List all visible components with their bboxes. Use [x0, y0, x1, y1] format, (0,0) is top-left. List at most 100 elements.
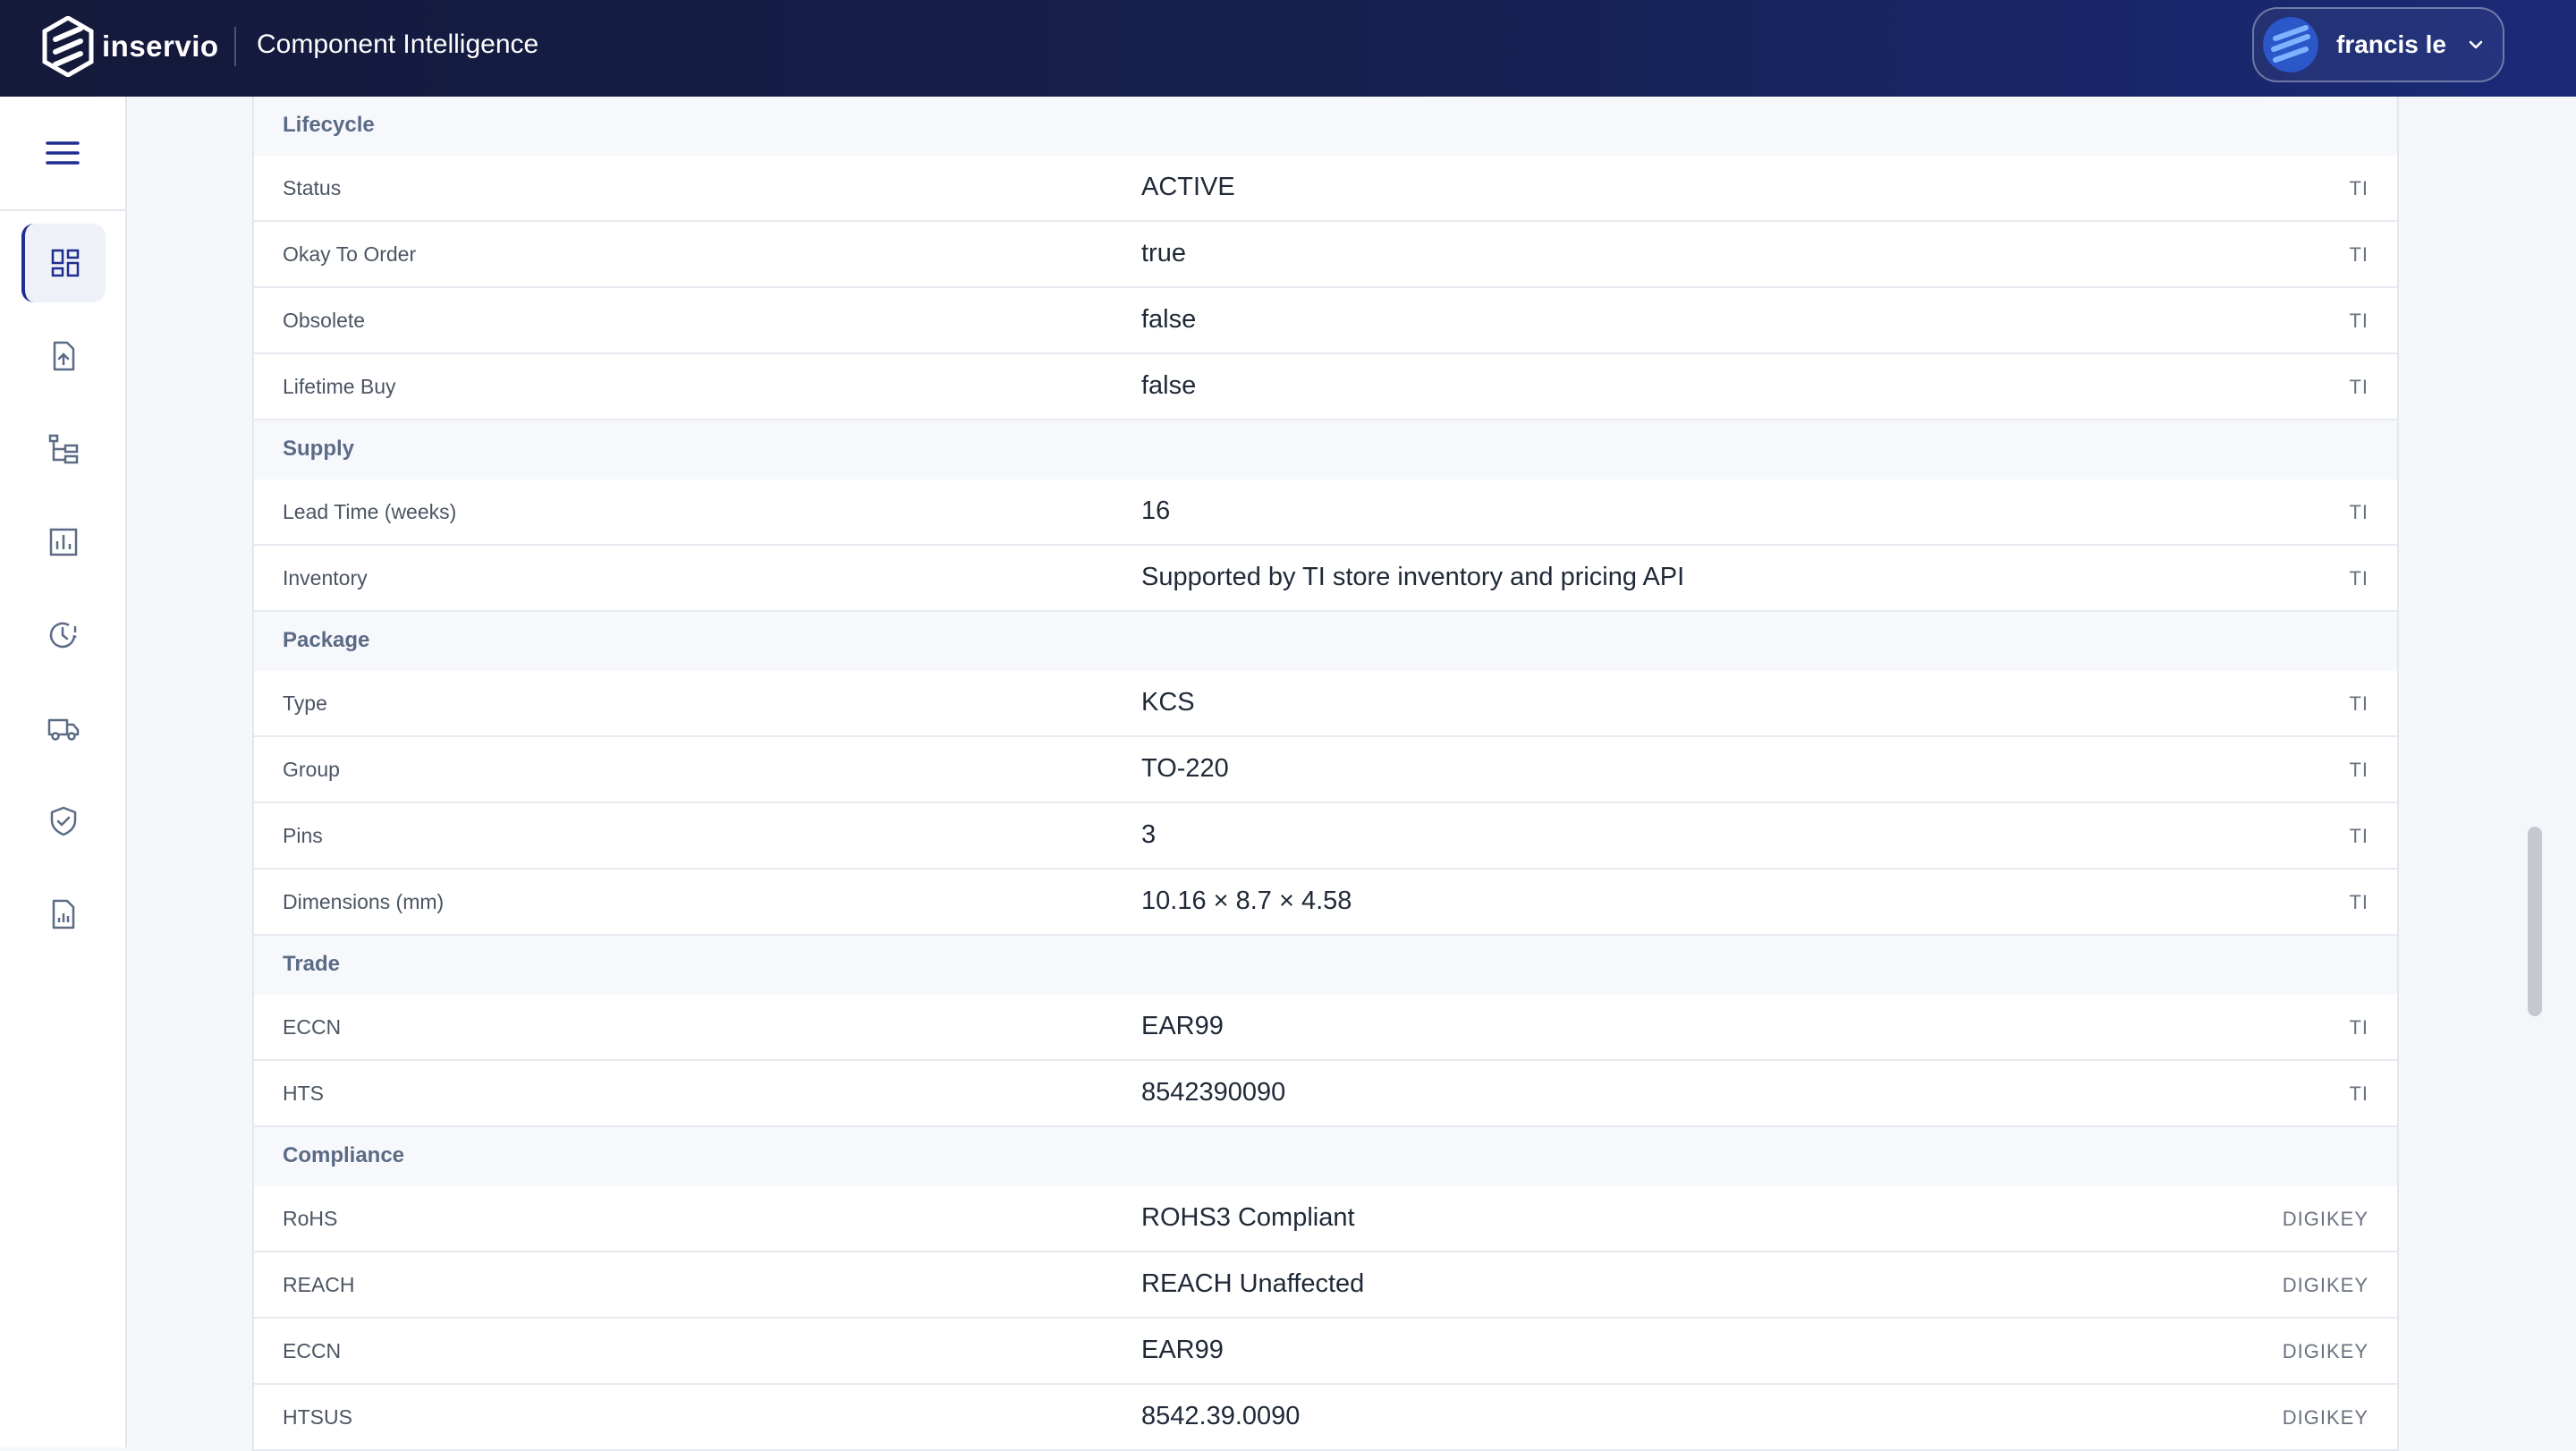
nav-file-upload[interactable]	[21, 317, 106, 395]
top-bar: inservio Component Intelligence francis …	[0, 0, 2576, 97]
property-label: Dimensions (mm)	[283, 890, 445, 913]
section-title: Compliance	[283, 1143, 405, 1167]
table-row: RoHS ROHS3 Compliant DIGIKEY	[254, 1186, 2397, 1252]
source-label: TI	[2349, 376, 2368, 398]
property-value: REACH Unaffected	[1141, 1269, 1365, 1298]
user-name: francis le	[2336, 30, 2446, 58]
property-value: 3	[1141, 820, 1157, 849]
table-row: ECCN EAR99 TI	[254, 995, 2397, 1061]
table-row: Pins 3 TI	[254, 803, 2397, 870]
property-value: 16	[1141, 496, 1171, 525]
source-label: TI	[2349, 692, 2368, 715]
source-label: DIGIKEY	[2282, 1406, 2368, 1429]
nav-logistics[interactable]	[21, 689, 106, 768]
property-value: ROHS3 Compliant	[1141, 1203, 1355, 1232]
section-header: Trade	[254, 936, 2397, 995]
property-label: HTS	[283, 1082, 324, 1105]
nav-analytics[interactable]	[21, 503, 106, 581]
sidebar	[0, 97, 127, 1447]
property-label: REACH	[283, 1273, 355, 1296]
table-row: Lifetime Buy false TI	[254, 354, 2397, 420]
property-value: KCS	[1141, 688, 1195, 717]
property-value: EAR99	[1141, 1012, 1224, 1040]
property-value: false	[1141, 371, 1197, 400]
source-label: TI	[2349, 243, 2368, 266]
table-row: REACH REACH Unaffected DIGIKEY	[254, 1252, 2397, 1319]
nav-reports[interactable]	[21, 875, 106, 954]
header-divider	[234, 27, 236, 66]
report-icon	[52, 899, 75, 929]
source-label: DIGIKEY	[2282, 1340, 2368, 1362]
property-label: HTSUS	[283, 1405, 352, 1429]
table-row: HTSUS 8542.39.0090 DIGIKEY	[254, 1385, 2397, 1451]
table-row: Dimensions (mm) 10.16 × 8.7 × 4.58 TI	[254, 870, 2397, 936]
property-label: Group	[283, 758, 340, 781]
property-value: ACTIVE	[1141, 173, 1235, 201]
bar-chart-icon	[49, 528, 78, 556]
property-label: Lifetime Buy	[283, 375, 396, 398]
source-label: TI	[2349, 1016, 2368, 1039]
nav-history[interactable]	[21, 596, 106, 675]
source-label: DIGIKEY	[2282, 1208, 2368, 1230]
property-value: true	[1141, 239, 1186, 267]
property-label: Pins	[283, 824, 323, 847]
dashboard-icon	[51, 249, 80, 277]
brand-name: inservio	[102, 30, 219, 63]
section-header: Compliance	[254, 1127, 2397, 1186]
avatar	[2263, 17, 2318, 72]
section-title: Trade	[283, 952, 341, 976]
section-title: Lifecycle	[283, 113, 375, 137]
nav-hierarchy[interactable]	[21, 410, 106, 488]
scrollbar-thumb[interactable]	[2528, 827, 2542, 1016]
source-label: TI	[2349, 825, 2368, 847]
source-label: TI	[2349, 310, 2368, 332]
table-row: Group TO-220 TI	[254, 737, 2397, 803]
nav-compliance[interactable]	[21, 782, 106, 861]
property-label: ECCN	[283, 1015, 342, 1039]
property-value: 10.16 × 8.7 × 4.58	[1141, 887, 1352, 915]
source-label: TI	[2349, 759, 2368, 781]
source-label: TI	[2349, 501, 2368, 523]
hierarchy-icon	[48, 434, 79, 464]
table-row: ECCN EAR99 DIGIKEY	[254, 1319, 2397, 1385]
clock-alert-icon	[49, 622, 77, 649]
table-row: Lead Time (weeks) 16 TI	[254, 479, 2397, 546]
property-value: EAR99	[1141, 1336, 1224, 1364]
property-label: Type	[283, 692, 327, 715]
property-value: 8542.39.0090	[1141, 1402, 1301, 1430]
section-header: Supply	[254, 420, 2397, 479]
brand-logo[interactable]: inservio	[41, 16, 219, 77]
table-row: Type KCS TI	[254, 671, 2397, 737]
section-title: Supply	[283, 437, 355, 461]
property-label: Lead Time (weeks)	[283, 500, 457, 523]
source-label: TI	[2349, 567, 2368, 590]
file-upload-icon	[53, 341, 75, 371]
app-title: Component Intelligence	[257, 30, 539, 59]
chevron-down-icon	[2469, 40, 2483, 49]
section-header: Package	[254, 612, 2397, 671]
inservio-logo-icon	[42, 16, 94, 77]
avatar-logo-icon	[2263, 17, 2318, 72]
property-label: RoHS	[283, 1207, 338, 1230]
source-label: TI	[2349, 1082, 2368, 1105]
scrollbar-track[interactable]	[2522, 97, 2555, 1447]
user-menu-button[interactable]: francis le	[2252, 7, 2504, 82]
property-value: 8542390090	[1141, 1078, 1286, 1107]
table-row: Status ACTIVE TI	[254, 156, 2397, 222]
property-label: Inventory	[283, 566, 368, 590]
property-label: ECCN	[283, 1339, 342, 1362]
property-value: Supported by TI store inventory and pric…	[1141, 563, 1685, 591]
source-label: TI	[2349, 177, 2368, 199]
property-label: Status	[283, 176, 342, 199]
truck-icon	[47, 718, 80, 741]
nav-dashboard[interactable]	[21, 224, 106, 302]
source-label: DIGIKEY	[2282, 1274, 2368, 1296]
table-row: Obsolete false TI	[254, 288, 2397, 354]
table-row: Inventory Supported by TI store inventory…	[254, 546, 2397, 612]
property-value: TO-220	[1141, 754, 1229, 783]
table-row: HTS 8542390090 TI	[254, 1061, 2397, 1127]
hamburger-menu-icon[interactable]	[45, 138, 80, 168]
property-label: Obsolete	[283, 309, 366, 332]
section-title: Package	[283, 628, 370, 652]
shield-check-icon	[50, 806, 77, 836]
